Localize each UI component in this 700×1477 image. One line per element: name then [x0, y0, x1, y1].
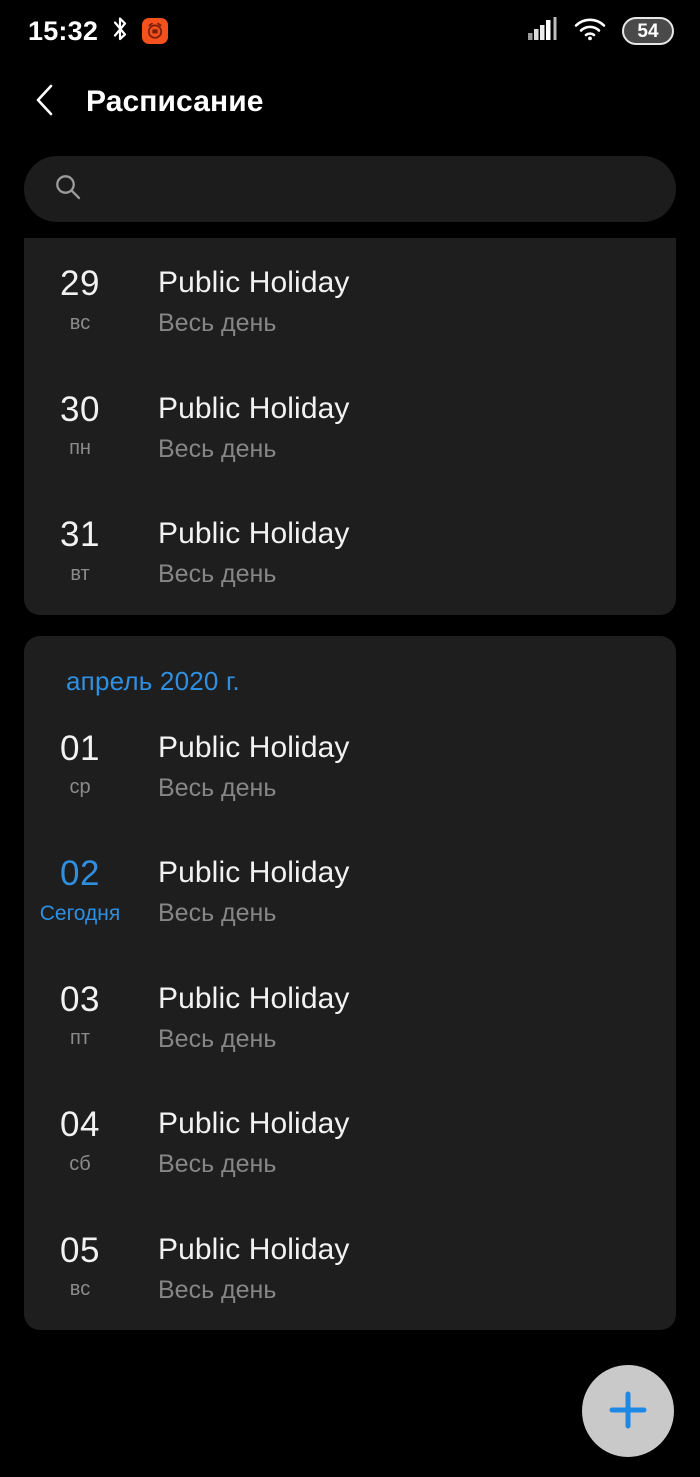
- event-date: 02 Сегодня: [24, 854, 136, 924]
- event-time: Весь день: [158, 1150, 277, 1178]
- event-time: Весь день: [158, 309, 277, 337]
- event-details: Public Holiday Весь день: [136, 729, 656, 803]
- wifi-icon: [574, 17, 606, 46]
- battery-level-text: 54: [637, 20, 659, 42]
- event-date: 31 вт: [24, 515, 136, 584]
- status-bar-left: 15:32: [28, 15, 169, 47]
- event-weekday: пн: [69, 437, 91, 460]
- event-day-number: 01: [60, 728, 100, 768]
- event-details: Public Holiday Весь день: [136, 1231, 656, 1305]
- month-header: апрель 2020 г.: [66, 665, 240, 696]
- event-row[interactable]: 31 вт Public Holiday Весь день: [24, 489, 676, 615]
- battery-indicator: 54: [622, 17, 674, 45]
- search-container: [0, 142, 700, 238]
- event-row[interactable]: 30 пн Public Holiday Весь день: [24, 364, 676, 490]
- event-time: Весь день: [158, 773, 277, 802]
- alarm-app-icon: [142, 18, 169, 44]
- event-date: 01 ср: [24, 729, 136, 798]
- event-date: 03 пт: [24, 980, 136, 1049]
- event-title: Public Holiday: [158, 266, 350, 299]
- event-date: 04 сб: [24, 1105, 136, 1174]
- event-time: Весь день: [158, 434, 277, 463]
- event-weekday: пт: [70, 1027, 90, 1050]
- event-details: Public Holiday Весь день: [136, 854, 656, 928]
- event-weekday: ср: [69, 776, 91, 799]
- event-day-number: 04: [60, 1105, 100, 1144]
- event-weekday: вс: [69, 1278, 91, 1301]
- event-title: Public Holiday: [158, 981, 350, 1015]
- add-event-fab[interactable]: [582, 1365, 674, 1457]
- event-weekday: вт: [70, 562, 90, 585]
- search-icon: [54, 173, 82, 206]
- search-input[interactable]: [100, 175, 646, 203]
- plus-icon: [607, 1389, 649, 1434]
- event-day-number: 05: [60, 1230, 100, 1270]
- event-row[interactable]: 01 ср Public Holiday Весь день: [24, 703, 676, 829]
- event-day-number: 02: [60, 854, 100, 893]
- status-bar: 15:32 54: [0, 0, 700, 62]
- chevron-left-icon: [34, 83, 56, 122]
- schedule-list[interactable]: 29 вс Public Holiday Весь день 30 пн Public Ho…: [0, 238, 700, 1330]
- event-details: Public Holiday Весь день: [136, 1105, 656, 1179]
- event-details: Public Holiday Весь день: [136, 390, 656, 464]
- event-details: Public Holiday Весь день: [136, 515, 656, 589]
- event-day-number: 30: [60, 389, 100, 429]
- month-card: 29 вс Public Holiday Весь день 30 пн Public Ho…: [24, 238, 676, 615]
- event-date: 05 вс: [24, 1231, 136, 1300]
- event-time: Весь день: [158, 560, 277, 588]
- event-day-number: 31: [60, 515, 100, 554]
- event-title: Public Holiday: [158, 856, 350, 889]
- event-row[interactable]: 02 Сегодня Public Holiday Весь день: [24, 828, 676, 954]
- event-title: Public Holiday: [158, 391, 350, 425]
- month-card: апрель 2020 г. 01 ср Public Holiday Весь ден…: [24, 635, 676, 1331]
- event-date: 30 пн: [24, 390, 136, 459]
- event-time: Весь день: [158, 1024, 277, 1053]
- event-details: Public Holiday Весь день: [136, 980, 656, 1054]
- search-bar[interactable]: [24, 156, 676, 222]
- event-day-number: 03: [60, 979, 100, 1019]
- app-bar: Расписание: [0, 62, 700, 142]
- event-weekday: сб: [69, 1152, 91, 1175]
- event-row[interactable]: 04 сб Public Holiday Весь день: [24, 1079, 676, 1205]
- event-title: Public Holiday: [158, 1232, 350, 1266]
- event-title: Public Holiday: [158, 1107, 350, 1140]
- event-date: 29 вс: [24, 264, 136, 333]
- page-title: Расписание: [86, 85, 264, 118]
- cellular-signal-icon: [528, 16, 558, 46]
- event-row[interactable]: 29 вс Public Holiday Весь день: [24, 238, 676, 364]
- event-weekday: вс: [69, 311, 91, 334]
- event-details: Public Holiday Весь день: [136, 264, 656, 338]
- bluetooth-icon: [111, 16, 129, 47]
- event-title: Public Holiday: [158, 517, 350, 550]
- event-today-label: Сегодня: [39, 901, 121, 925]
- event-time: Весь день: [158, 1275, 277, 1304]
- status-bar-right: 54: [528, 16, 674, 46]
- event-row[interactable]: 03 пт Public Holiday Весь день: [24, 954, 676, 1080]
- event-day-number: 29: [60, 264, 100, 303]
- event-time: Весь день: [158, 899, 277, 927]
- event-row[interactable]: 05 вс Public Holiday Весь день: [24, 1205, 676, 1331]
- status-time: 15:32: [28, 15, 99, 46]
- event-title: Public Holiday: [158, 730, 350, 764]
- back-button[interactable]: [30, 83, 60, 122]
